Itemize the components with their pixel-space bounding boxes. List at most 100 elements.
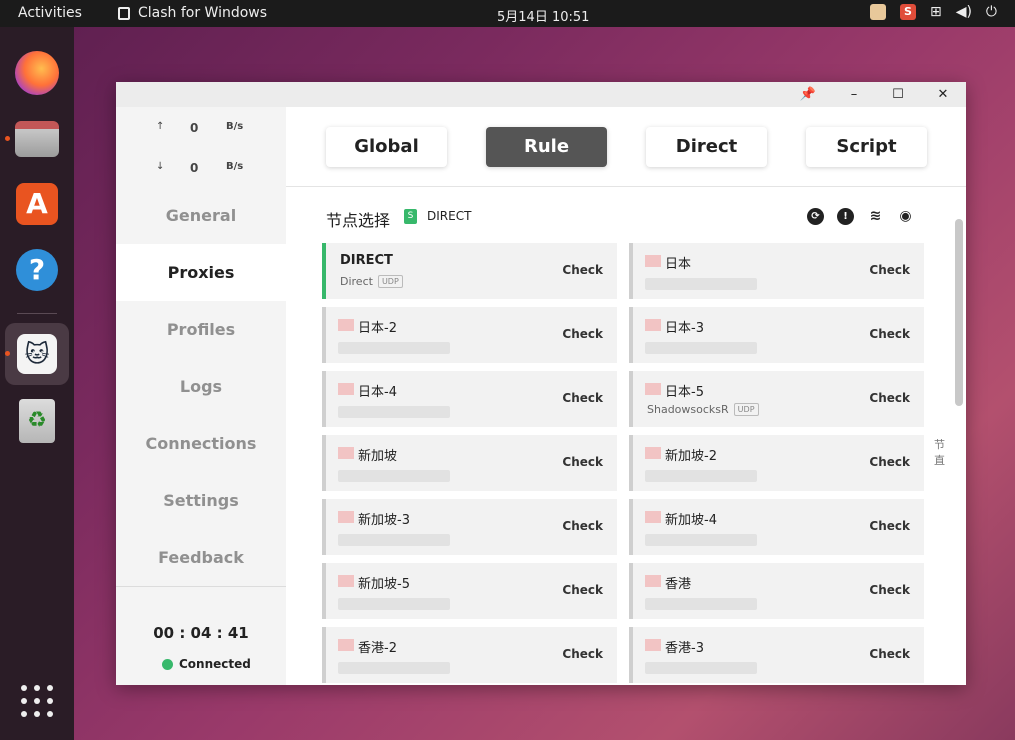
check-latency-button[interactable]: Check (562, 391, 603, 405)
dock-help[interactable]: ? (13, 246, 61, 294)
flag-icon (645, 383, 661, 395)
volume-icon[interactable]: ◀) (956, 4, 972, 20)
proxy-card[interactable]: 日本-2 Check (322, 307, 617, 363)
proxy-card[interactable]: 日本-4 Check (322, 371, 617, 427)
pin-icon[interactable]: 📌 (798, 85, 818, 105)
proxy-card[interactable]: 日本 Check (629, 243, 924, 299)
maximize-button[interactable]: ☐ (888, 85, 908, 105)
dock-clash[interactable]: 🐱 (13, 330, 61, 378)
check-latency-button[interactable]: Check (562, 327, 603, 341)
dock-separator (17, 313, 57, 314)
nav-profiles[interactable]: Profiles (116, 301, 286, 358)
wifi-icon[interactable]: ≋ (867, 208, 884, 225)
nav-proxies[interactable]: Proxies (116, 244, 286, 301)
latency-test-icon[interactable]: ⟳ (807, 208, 824, 225)
nav-settings[interactable]: Settings (116, 472, 286, 529)
proxy-name: 日本-4 (358, 385, 397, 400)
redacted-info (645, 278, 757, 290)
scrollbar[interactable] (955, 219, 963, 406)
network-icon[interactable]: ⊞ (930, 4, 942, 20)
dock-app-center[interactable]: A (13, 180, 61, 228)
check-latency-button[interactable]: Check (562, 519, 603, 533)
proxy-card[interactable]: 日本-5 ShadowsocksR UDP Check (629, 371, 924, 427)
status-dot-icon (162, 658, 173, 670)
check-latency-button[interactable]: Check (562, 263, 603, 277)
close-button[interactable]: ✕ (933, 85, 953, 105)
title-bar[interactable]: 📌 – ☐ ✕ (116, 82, 966, 107)
proxy-type-label: Direct (340, 275, 373, 288)
proxy-card[interactable]: 新加坡-3 Check (322, 499, 617, 555)
app-center-icon: A (16, 183, 58, 225)
top-bar: Activities Clash for Windows 5月14日 10:51… (0, 0, 1015, 27)
redacted-info (338, 406, 450, 418)
clock[interactable]: 5月14日 10:51 (497, 6, 589, 25)
mode-global-button[interactable]: Global (326, 127, 447, 167)
nav-general[interactable]: General (116, 187, 286, 244)
alert-icon[interactable]: ! (837, 208, 854, 225)
check-latency-button[interactable]: Check (869, 391, 910, 405)
app-name: Clash for Windows (138, 5, 268, 21)
nav-feedback[interactable]: Feedback (116, 529, 286, 586)
mode-direct-button[interactable]: Direct (646, 127, 767, 167)
proxy-card[interactable]: 新加坡 Check (322, 435, 617, 491)
proxy-name: 新加坡-3 (358, 513, 410, 528)
minimize-button[interactable]: – (844, 85, 864, 105)
proxy-card[interactable]: 香港-2 Check (322, 627, 617, 683)
redacted-info (338, 342, 450, 354)
flag-icon (645, 255, 661, 267)
udp-badge: UDP (377, 275, 403, 288)
dock-trash[interactable]: ♻ (13, 397, 61, 445)
flag-icon (338, 511, 354, 523)
proxy-card[interactable]: 新加坡-4 Check (629, 499, 924, 555)
check-latency-button[interactable]: Check (869, 263, 910, 277)
firefox-icon (15, 51, 59, 95)
proxy-card[interactable]: 新加坡-2 Check (629, 435, 924, 491)
redacted-info (338, 470, 450, 482)
redacted-info (645, 470, 757, 482)
activities-button[interactable]: Activities (18, 5, 82, 21)
proxy-name: 香港-3 (665, 641, 704, 656)
side-index-mark[interactable]: 节直 (934, 437, 946, 469)
proxy-card[interactable]: 日本-3 Check (629, 307, 924, 363)
nav-connections[interactable]: Connections (116, 415, 286, 472)
proxy-card[interactable]: DIRECT Direct UDP Check (322, 243, 617, 299)
power-icon[interactable]: ⏻ (986, 4, 997, 20)
mode-script-button[interactable]: Script (806, 127, 927, 167)
proxy-name: 日本-3 (665, 321, 704, 336)
flag-icon (338, 639, 354, 651)
proxy-name: DIRECT (340, 253, 393, 268)
connection-status: Connected (162, 657, 251, 671)
redacted-info (645, 534, 757, 546)
proxy-card[interactable]: 香港-3 Check (629, 627, 924, 683)
check-latency-button[interactable]: Check (562, 647, 603, 661)
proxy-card[interactable]: 新加坡-5 Check (322, 563, 617, 619)
check-latency-button[interactable]: Check (869, 519, 910, 533)
mode-divider (286, 186, 966, 187)
sogou-tray-icon[interactable]: S (899, 4, 916, 20)
eye-icon[interactable]: ◉ (897, 208, 914, 225)
nav-logs[interactable]: Logs (116, 358, 286, 415)
proxy-name: 新加坡-4 (665, 513, 717, 528)
dock-firefox[interactable] (13, 49, 61, 97)
proxy-type-label: ShadowsocksR (647, 403, 729, 416)
sidebar-divider (116, 586, 286, 587)
check-latency-button[interactable]: Check (869, 647, 910, 661)
flag-icon (338, 447, 354, 459)
proxy-group-title[interactable]: 节点选择 (326, 207, 390, 231)
show-apps-icon[interactable] (21, 685, 53, 717)
check-latency-button[interactable]: Check (869, 455, 910, 469)
mode-rule-button[interactable]: Rule (486, 127, 607, 167)
check-latency-button[interactable]: Check (562, 583, 603, 597)
proxy-name: 新加坡 (358, 449, 398, 464)
download-speed: ↓ 0 B/s (156, 161, 244, 175)
clash-tray-icon[interactable] (869, 4, 886, 20)
check-latency-button[interactable]: Check (869, 583, 910, 597)
dock-files[interactable] (13, 115, 61, 163)
dock: A ? 🐱 ♻ (0, 27, 74, 740)
proxy-name: 日本-2 (358, 321, 397, 336)
proxy-card[interactable]: 香港 Check (629, 563, 924, 619)
check-latency-button[interactable]: Check (562, 455, 603, 469)
app-menu[interactable]: Clash for Windows (118, 5, 267, 21)
proxy-name: 新加坡-5 (358, 577, 410, 592)
check-latency-button[interactable]: Check (869, 327, 910, 341)
